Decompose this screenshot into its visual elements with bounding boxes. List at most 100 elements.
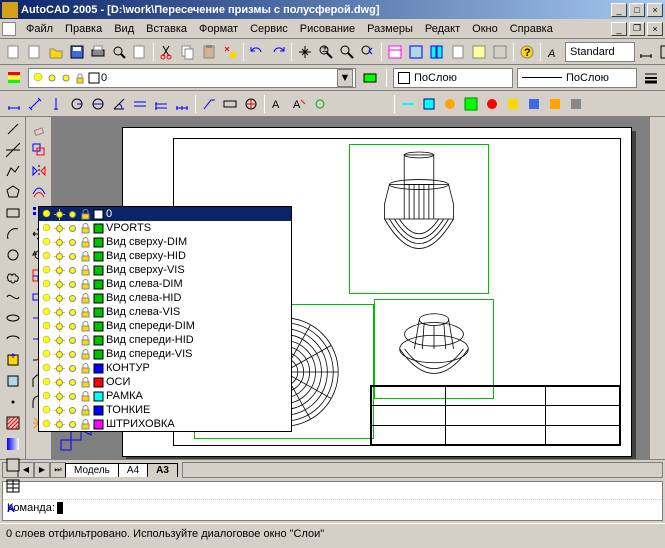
- undo-button[interactable]: [247, 42, 267, 62]
- dimedit-button[interactable]: A: [268, 94, 288, 114]
- zoom-win-button[interactable]: [337, 42, 357, 62]
- lock-icon[interactable]: [80, 349, 91, 360]
- spline-button[interactable]: [3, 287, 23, 307]
- open-button[interactable]: [46, 42, 66, 62]
- table-button[interactable]: [3, 476, 23, 496]
- mtext-button[interactable]: A: [3, 497, 23, 517]
- new-button[interactable]: [25, 42, 45, 62]
- vpfreeze-icon[interactable]: [67, 321, 78, 332]
- layer-item[interactable]: VPORTS: [39, 221, 291, 235]
- freeze-icon[interactable]: [54, 363, 65, 374]
- layer-color-icon[interactable]: [93, 377, 104, 388]
- zoom-rt-button[interactable]: ±: [316, 42, 336, 62]
- layer-color-icon[interactable]: [93, 293, 104, 304]
- dim-rad-button[interactable]: [67, 94, 87, 114]
- preview-button[interactable]: [109, 42, 129, 62]
- layer-color-icon[interactable]: [93, 363, 104, 374]
- menu-window[interactable]: Окно: [466, 21, 504, 37]
- layer-item[interactable]: Вид слева-HID: [39, 291, 291, 305]
- rect-button[interactable]: [3, 203, 23, 223]
- centermark-button[interactable]: [241, 94, 261, 114]
- menu-edit[interactable]: Правка: [59, 21, 108, 37]
- menu-format[interactable]: Формат: [193, 21, 244, 37]
- setvar-button[interactable]: [545, 94, 565, 114]
- layer-item[interactable]: 0: [39, 207, 291, 221]
- freeze-icon[interactable]: [54, 391, 65, 402]
- sheet-set-button[interactable]: [448, 42, 468, 62]
- layer-dropdown-list[interactable]: 0VPORTSВид сверху-DIMВид сверху-HIDВид с…: [38, 206, 292, 432]
- layer-item[interactable]: Вид спереди-HID: [39, 333, 291, 347]
- dimupdate-button[interactable]: [310, 94, 330, 114]
- copy-button[interactable]: [178, 42, 198, 62]
- menu-modify[interactable]: Редакт: [419, 21, 466, 37]
- bulb-icon[interactable]: [41, 279, 52, 290]
- layer-color-icon[interactable]: [93, 223, 104, 234]
- leader-button[interactable]: [199, 94, 219, 114]
- layer-color-icon[interactable]: [93, 349, 104, 360]
- freeze-icon[interactable]: [54, 293, 65, 304]
- properties-button[interactable]: [385, 42, 405, 62]
- layer-item[interactable]: Вид спереди-VIS: [39, 347, 291, 361]
- tolerance-button[interactable]: [220, 94, 240, 114]
- paste-button[interactable]: [199, 42, 219, 62]
- point-button[interactable]: [3, 392, 23, 412]
- freeze-icon[interactable]: [54, 223, 65, 234]
- lock-icon[interactable]: [80, 405, 91, 416]
- vertical-scrollbar[interactable]: [649, 117, 665, 459]
- vpfreeze-icon[interactable]: [67, 419, 78, 430]
- layer-color-icon[interactable]: [93, 251, 104, 262]
- vpfreeze-icon[interactable]: [67, 279, 78, 290]
- layer-item[interactable]: ШТРИХОВКА: [39, 417, 291, 431]
- gradient-button[interactable]: [3, 434, 23, 454]
- freeze-icon[interactable]: [54, 307, 65, 318]
- viewport-iso[interactable]: [374, 299, 494, 399]
- freeze-icon[interactable]: [54, 405, 65, 416]
- layer-color-icon[interactable]: [93, 279, 104, 290]
- freeze-icon[interactable]: [54, 265, 65, 276]
- design-center-button[interactable]: [406, 42, 426, 62]
- freeze-icon[interactable]: [54, 335, 65, 346]
- vpfreeze-icon[interactable]: [67, 335, 78, 346]
- bulb-icon[interactable]: [41, 377, 52, 388]
- id-button[interactable]: [482, 94, 502, 114]
- horizontal-scrollbar[interactable]: [182, 462, 663, 478]
- linetype-combo[interactable]: ПоСлою: [517, 68, 637, 88]
- lock-icon[interactable]: [80, 391, 91, 402]
- dim-aligned-button[interactable]: [25, 94, 45, 114]
- bulb-icon[interactable]: [41, 293, 52, 304]
- menu-file[interactable]: Файл: [20, 21, 59, 37]
- layer-combo[interactable]: 0 ▼: [28, 68, 356, 88]
- command-window[interactable]: Команда:: [2, 481, 663, 521]
- tab-a4[interactable]: A4: [118, 463, 148, 477]
- lock-icon[interactable]: [80, 307, 91, 318]
- freeze-icon[interactable]: [54, 419, 65, 430]
- vpfreeze-icon[interactable]: [67, 307, 78, 318]
- layer-item[interactable]: Вид спереди-DIM: [39, 319, 291, 333]
- copyobj-button[interactable]: [29, 140, 49, 160]
- menu-draw[interactable]: Рисование: [294, 21, 361, 37]
- pline-button[interactable]: [3, 161, 23, 181]
- erase-button[interactable]: [29, 119, 49, 139]
- region2-button[interactable]: [3, 455, 23, 475]
- block-button[interactable]: [3, 371, 23, 391]
- arc-button[interactable]: [3, 224, 23, 244]
- freeze-icon[interactable]: [54, 321, 65, 332]
- purge-button[interactable]: [566, 94, 586, 114]
- vpfreeze-icon[interactable]: [67, 391, 78, 402]
- publish-button[interactable]: [130, 42, 150, 62]
- help-button[interactable]: ?: [517, 42, 537, 62]
- freeze-icon[interactable]: [54, 349, 65, 360]
- freeze-icon[interactable]: [54, 251, 65, 262]
- vpfreeze-icon[interactable]: [67, 251, 78, 262]
- bulb-icon[interactable]: [41, 419, 52, 430]
- lock-icon[interactable]: [80, 419, 91, 430]
- tab-last-button[interactable]: ⏭: [50, 462, 66, 478]
- ellipse-button[interactable]: [3, 308, 23, 328]
- freeze-icon[interactable]: [54, 279, 65, 290]
- zoom-prev-button[interactable]: [358, 42, 378, 62]
- lweight-button[interactable]: [641, 68, 661, 88]
- lock-icon[interactable]: [80, 363, 91, 374]
- lock-icon[interactable]: [80, 321, 91, 332]
- polygon-button[interactable]: [3, 182, 23, 202]
- dim-ord-button[interactable]: [46, 94, 66, 114]
